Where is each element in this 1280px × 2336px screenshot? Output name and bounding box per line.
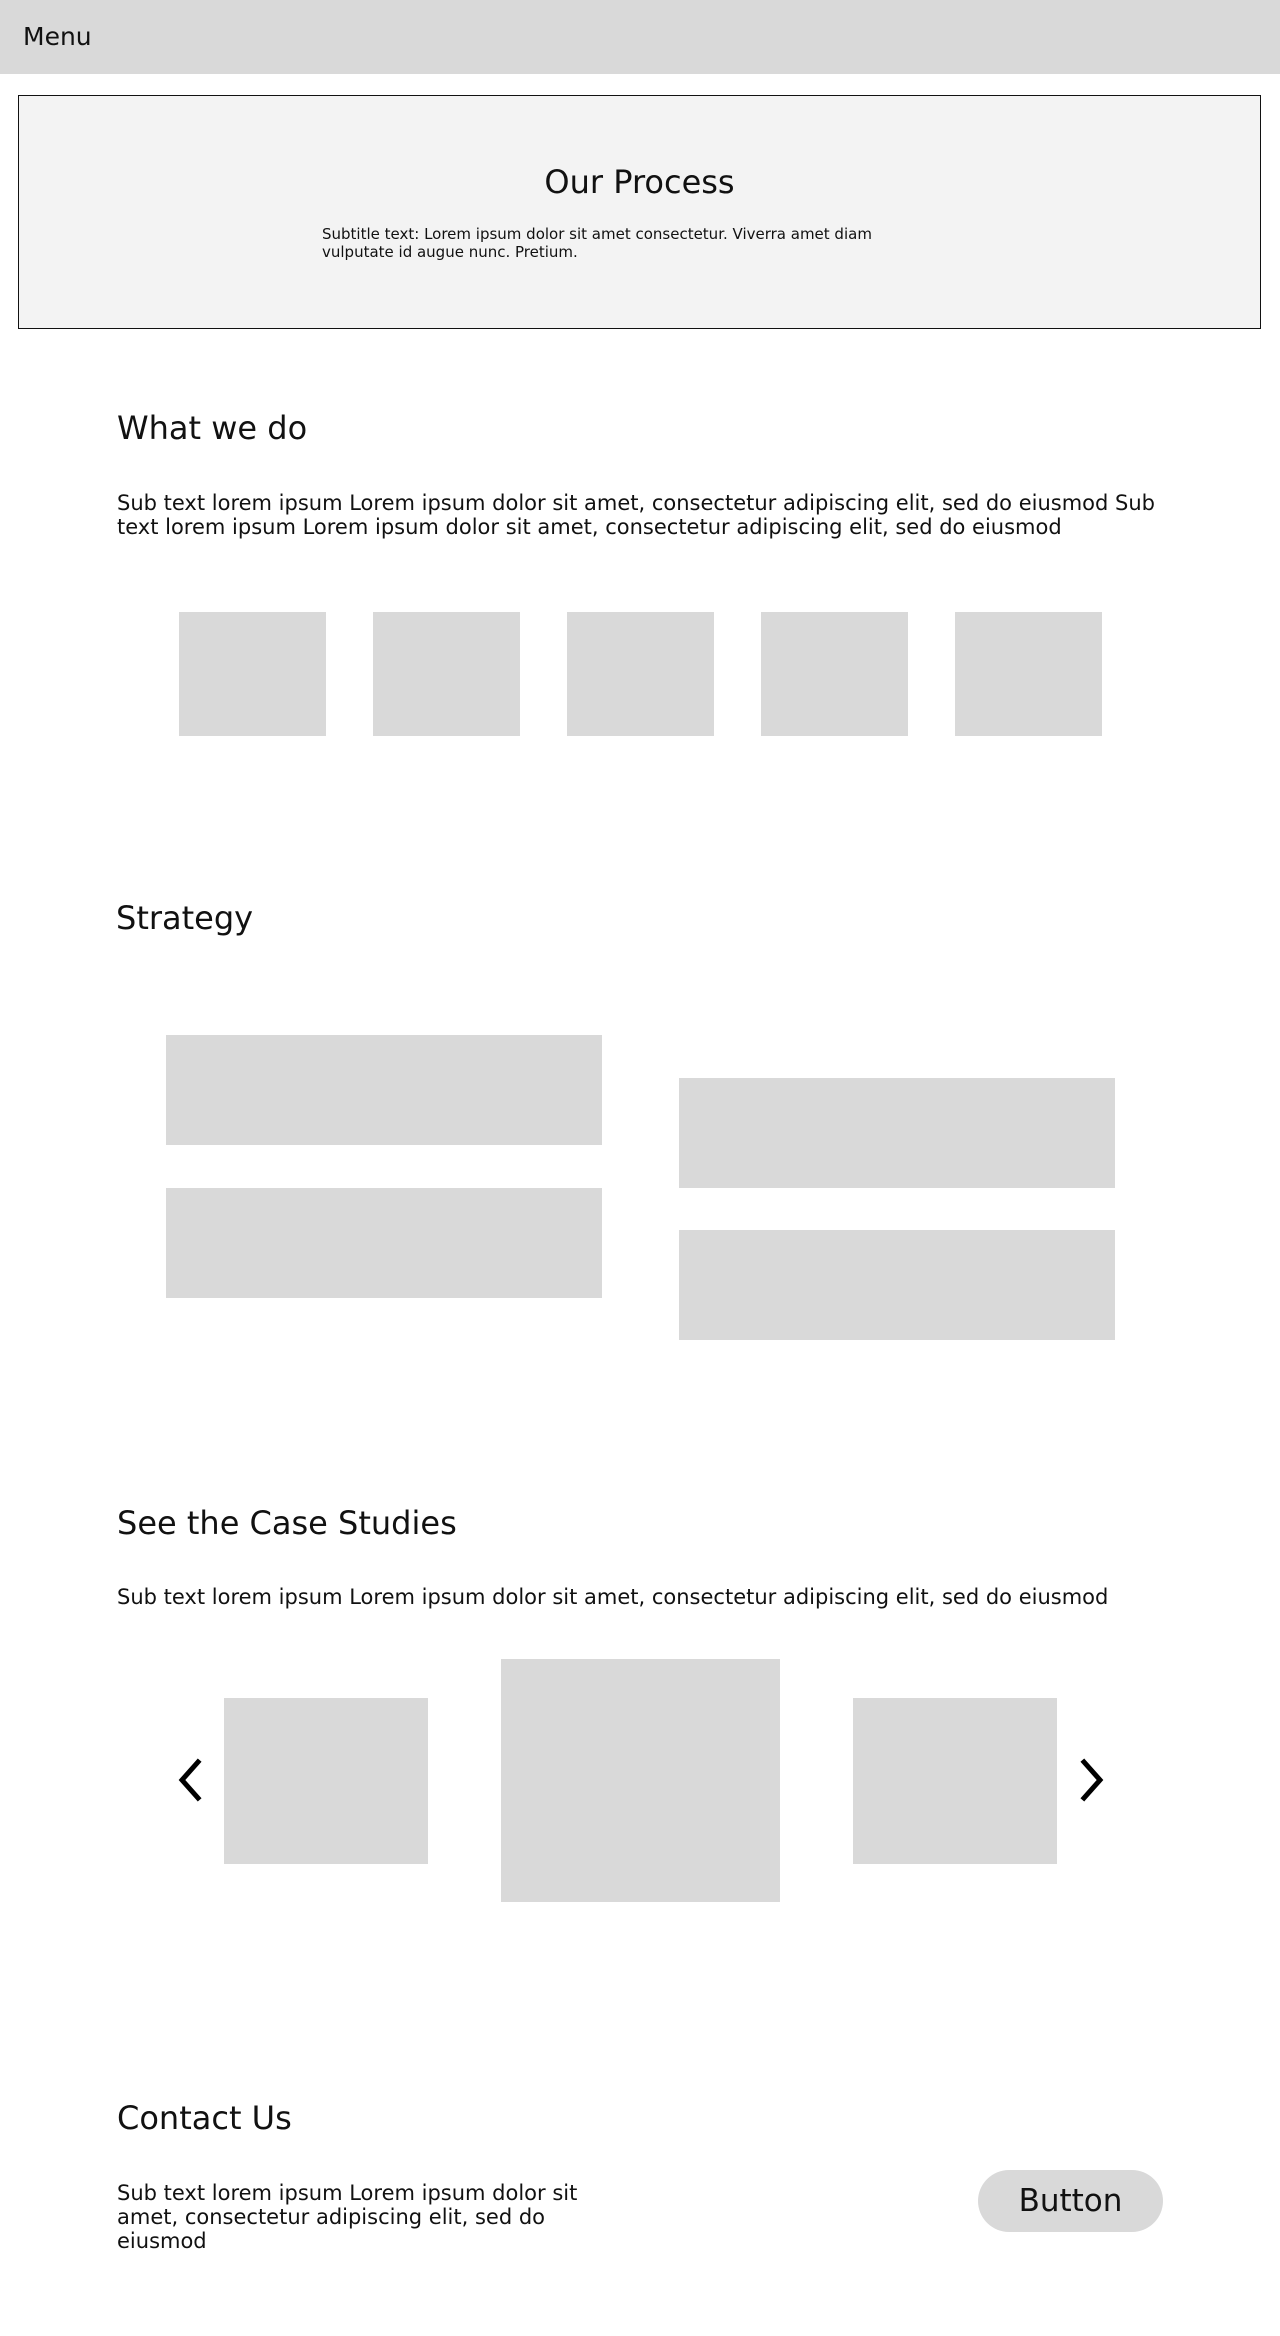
chevron-left-icon bbox=[176, 1758, 206, 1802]
menu-button[interactable]: Menu bbox=[23, 21, 92, 53]
strategy-card-placeholder bbox=[679, 1230, 1115, 1340]
what-we-do-subtext: Sub text lorem ipsum Lorem ipsum dolor s… bbox=[117, 491, 1155, 539]
strategy-card-placeholder bbox=[679, 1078, 1115, 1188]
strategy-card-placeholder bbox=[166, 1035, 602, 1145]
contact-button-label: Button bbox=[1018, 2183, 1123, 2219]
contact-button[interactable]: Button bbox=[978, 2170, 1163, 2232]
section-title-contact-us: Contact Us bbox=[117, 2099, 292, 2137]
case-studies-subtext: Sub text lorem ipsum Lorem ipsum dolor s… bbox=[117, 1585, 1109, 1609]
service-image-placeholder bbox=[373, 612, 520, 736]
top-navigation-bar: Menu bbox=[0, 0, 1280, 74]
service-image-placeholder bbox=[567, 612, 714, 736]
chevron-right-icon bbox=[1076, 1758, 1106, 1802]
service-image-placeholder bbox=[761, 612, 908, 736]
service-image-placeholder bbox=[955, 612, 1102, 736]
page-title: Our Process bbox=[544, 163, 735, 201]
hero-subtitle: Subtitle text: Lorem ipsum dolor sit ame… bbox=[322, 225, 872, 261]
carousel-next-button[interactable] bbox=[1076, 1758, 1106, 1802]
contact-subtext: Sub text lorem ipsum Lorem ipsum dolor s… bbox=[117, 2181, 578, 2253]
case-study-card-placeholder[interactable] bbox=[224, 1698, 428, 1864]
case-study-card-placeholder[interactable] bbox=[853, 1698, 1057, 1864]
hero-banner: Our Process Subtitle text: Lorem ipsum d… bbox=[18, 95, 1261, 329]
case-study-card-featured-placeholder[interactable] bbox=[501, 1659, 780, 1902]
strategy-card-placeholder bbox=[166, 1188, 602, 1298]
carousel-prev-button[interactable] bbox=[176, 1758, 206, 1802]
section-title-case-studies: See the Case Studies bbox=[117, 1504, 457, 1542]
section-title-strategy: Strategy bbox=[116, 899, 254, 937]
section-title-what-we-do: What we do bbox=[117, 409, 308, 447]
service-image-placeholder bbox=[179, 612, 326, 736]
